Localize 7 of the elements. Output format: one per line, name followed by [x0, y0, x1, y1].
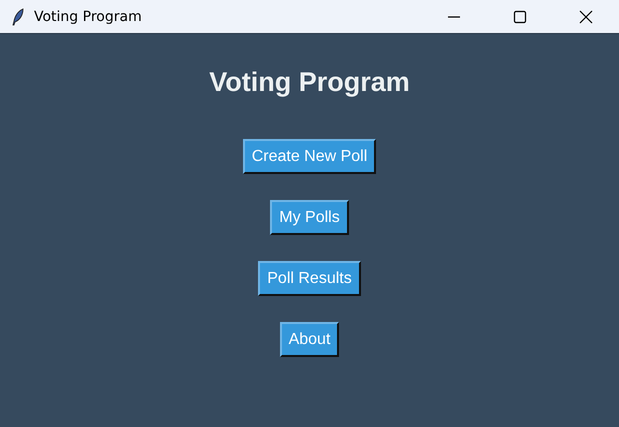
- menu-button[interactable]: My Polls: [270, 200, 349, 235]
- menu-button[interactable]: About: [280, 322, 340, 357]
- feather-icon: [11, 8, 25, 26]
- app-heading: Voting Program: [209, 66, 410, 98]
- window-title: Voting Program: [34, 8, 142, 24]
- menu-button[interactable]: Poll Results: [258, 261, 361, 296]
- menu-button[interactable]: Create New Poll: [242, 139, 376, 174]
